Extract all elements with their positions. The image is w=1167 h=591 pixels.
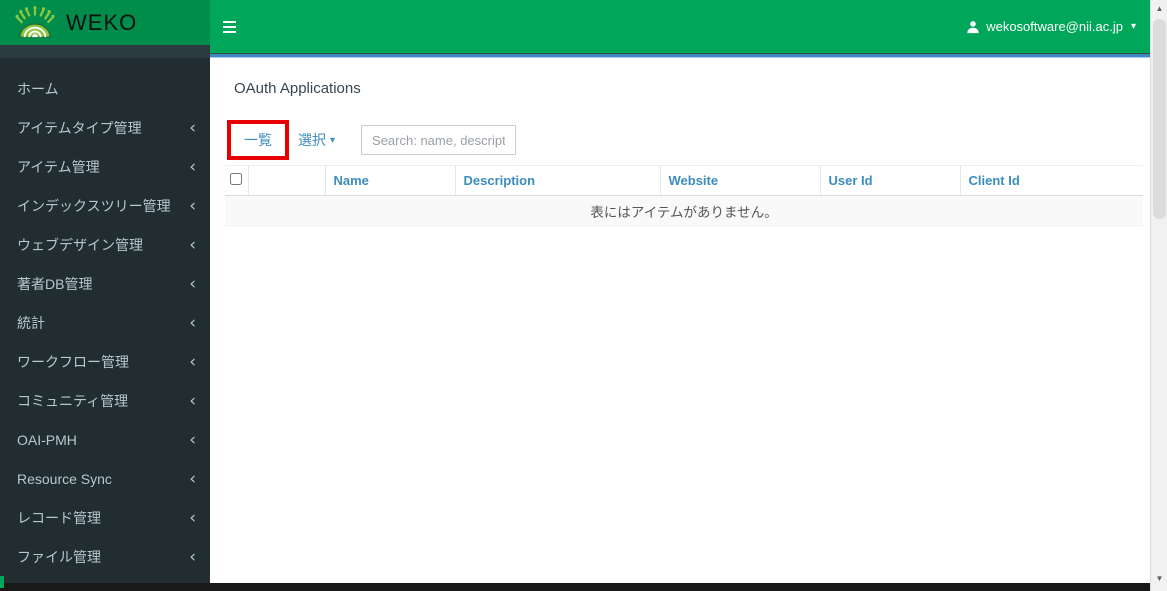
actions-column-header [248, 165, 326, 196]
chevron-left-icon: ‹ [189, 196, 196, 216]
column-header-name[interactable]: Name [325, 165, 456, 196]
sidebar-item-workflow-admin[interactable]: ワークフロー管理 ‹ [0, 343, 210, 382]
brand-name: WEKO [66, 9, 138, 35]
main-content: OAuth Applications 一覧 選択 ▾ Search: name,… [210, 58, 1150, 583]
empty-row: 表にはアイテムがありません。 [225, 195, 1143, 226]
application-window: WEKO ホーム アイテムタイプ管理 ‹ アイテム管理 ‹ インデックスツリー管理 ‹… [0, 0, 1167, 591]
sidebar-item-record-admin[interactable]: レコード管理 ‹ [0, 499, 210, 538]
user-icon [967, 20, 979, 33]
user-email: wekosoftware@nii.ac.jp [986, 19, 1123, 34]
list-tab[interactable]: 一覧 [244, 130, 272, 150]
chevron-left-icon: ‹ [189, 391, 196, 411]
sidebar-item-oai-pmh[interactable]: OAI-PMH ‹ [0, 421, 210, 460]
table-header-row: Name Description Website User Id Client … [225, 165, 1143, 196]
chevron-left-icon: ‹ [189, 118, 196, 138]
sidebar-item-item-admin[interactable]: アイテム管理 ‹ [0, 148, 210, 187]
chevron-left-icon: ‹ [189, 235, 196, 255]
page-title: OAuth Applications [234, 80, 361, 97]
sidebar-menu: ホーム アイテムタイプ管理 ‹ アイテム管理 ‹ インデックスツリー管理 ‹ ウェブデ… [0, 70, 210, 577]
brand-logo[interactable]: WEKO [0, 0, 210, 45]
sidebar-top-strip [0, 45, 210, 58]
caret-down-icon: ▾ [330, 134, 336, 146]
sidebar-item-webdesign-admin[interactable]: ウェブデザイン管理 ‹ [0, 226, 210, 265]
chevron-left-icon: ‹ [189, 547, 196, 567]
weko-logo-icon [15, 5, 55, 38]
column-header-website[interactable]: Website [660, 165, 821, 196]
sidebar-item-authordb-admin[interactable]: 著者DB管理 ‹ [0, 265, 210, 304]
sidebar-item-statistics[interactable]: 統計 ‹ [0, 304, 210, 343]
chevron-left-icon: ‹ [189, 157, 196, 177]
search-input[interactable] [361, 125, 517, 155]
sidebar-item-file-admin[interactable]: ファイル管理 ‹ [0, 538, 210, 577]
sidebar-item-indextree-admin[interactable]: インデックスツリー管理 ‹ [0, 187, 210, 226]
sidebar-item-itemtype-admin[interactable]: アイテムタイプ管理 ‹ [0, 109, 210, 148]
sidebar-item-community-admin[interactable]: コミュニティ管理 ‹ [0, 382, 210, 421]
vertical-scrollbar[interactable]: ▲ ▼ [1150, 0, 1167, 591]
annotation-highlight: 一覧 [227, 120, 289, 160]
scroll-down-arrow[interactable]: ▼ [1151, 570, 1167, 586]
chevron-left-icon: ‹ [189, 508, 196, 528]
column-header-description[interactable]: Description [455, 165, 661, 196]
chevron-left-icon: ‹ [189, 469, 196, 489]
chevron-left-icon: ‹ [189, 313, 196, 333]
chevron-left-icon: ‹ [189, 274, 196, 294]
chevron-left-icon: ‹ [189, 430, 196, 450]
sidebar-item-home[interactable]: ホーム [0, 70, 210, 109]
empty-message: 表にはアイテムがありません。 [225, 195, 1143, 226]
user-menu[interactable]: wekosoftware@nii.ac.jp ▾ [952, 0, 1150, 53]
sidebar-item-resource-sync[interactable]: Resource Sync ‹ [0, 460, 210, 499]
select-all-checkbox[interactable] [230, 173, 243, 185]
bottom-bar [0, 583, 1150, 591]
sidebar-toggle-button[interactable] [223, 7, 263, 47]
select-dropdown[interactable]: 選択 ▾ [298, 130, 335, 150]
chevron-left-icon: ‹ [189, 352, 196, 372]
column-header-client-id[interactable]: Client Id [960, 165, 1143, 196]
top-navbar: wekosoftware@nii.ac.jp ▾ [210, 0, 1150, 53]
scroll-up-arrow[interactable]: ▲ [1151, 0, 1167, 16]
toolbar: 一覧 選択 ▾ [210, 120, 1150, 160]
applications-table: Name Description Website User Id Client … [225, 165, 1143, 226]
caret-down-icon: ▾ [1130, 21, 1136, 32]
select-all-cell [225, 165, 249, 196]
sidebar: WEKO ホーム アイテムタイプ管理 ‹ アイテム管理 ‹ インデックスツリー管理 ‹… [0, 0, 210, 591]
scrollbar-thumb[interactable] [1153, 19, 1166, 219]
sidebar-scrollbar-thumb[interactable] [0, 576, 4, 588]
column-header-user-id[interactable]: User Id [820, 165, 961, 196]
